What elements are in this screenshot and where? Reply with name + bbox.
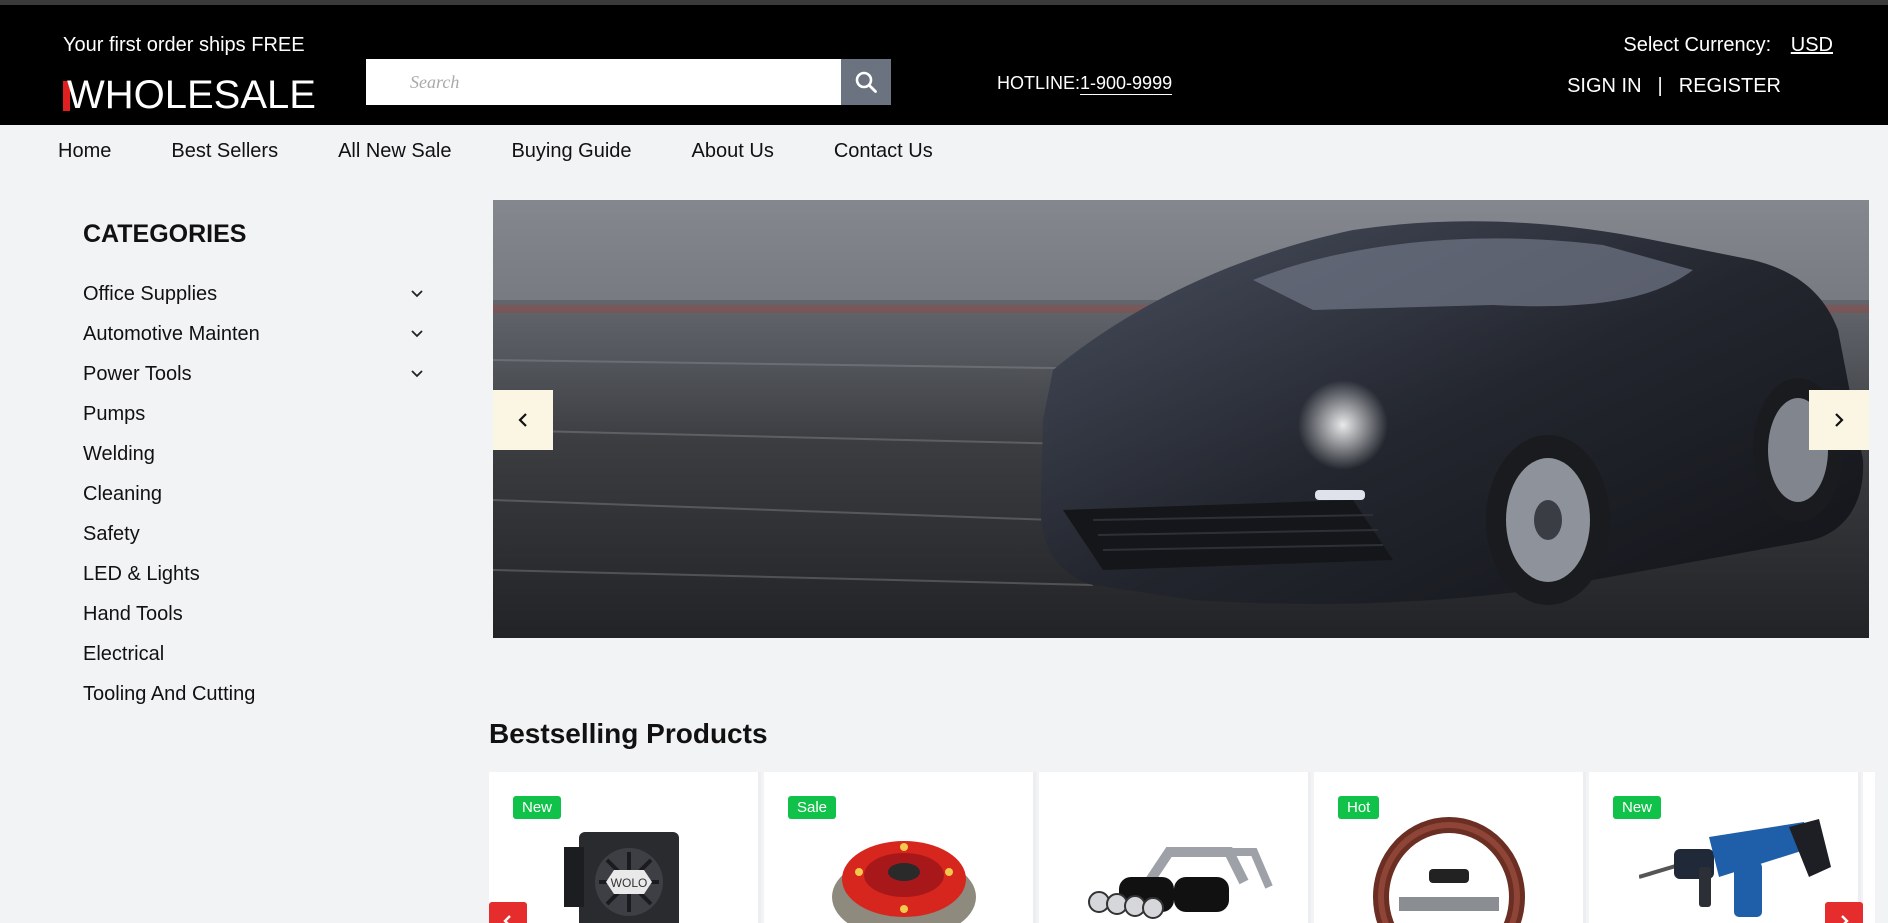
chevron-right-icon <box>1841 915 1849 923</box>
nav-buying-guide[interactable]: Buying Guide <box>511 140 631 163</box>
currency-label: Select Currency: <box>1623 34 1772 56</box>
clutch-kit-icon <box>832 841 976 923</box>
auth-separator: | <box>1657 75 1663 97</box>
category-safety[interactable]: Safety <box>83 514 433 554</box>
currency-value-link[interactable]: USD <box>1791 34 1833 56</box>
category-tooling-cutting[interactable]: Tooling And Cutting <box>83 674 433 714</box>
category-label: Electrical <box>83 642 165 665</box>
hammer-drill-icon <box>1639 819 1831 917</box>
category-label: Office Supplies <box>83 282 218 305</box>
nav-contact-us[interactable]: Contact Us <box>834 140 933 163</box>
hotline: HOTLINE:1-900-9999 <box>997 73 1173 95</box>
category-office-supplies[interactable]: Office Supplies <box>83 274 433 314</box>
nav-home[interactable]: Home <box>58 140 111 163</box>
category-power-tools[interactable]: Power Tools <box>83 354 433 394</box>
product-card[interactable]: Sale <box>764 772 1036 923</box>
category-label: LED & Lights <box>83 562 200 585</box>
categories-sidebar: CATEGORIES Office Supplies Automotive Ma… <box>83 220 433 714</box>
category-cleaning[interactable]: Cleaning <box>83 474 433 514</box>
chevron-down-icon[interactable] <box>409 366 425 382</box>
auth-links: SIGN IN | REGISTER <box>1567 75 1781 98</box>
products-next-button[interactable] <box>1825 902 1863 923</box>
chevron-left-icon <box>503 915 511 923</box>
category-label: Automotive Mainten <box>83 322 260 345</box>
category-electrical[interactable]: Electrical <box>83 634 433 674</box>
product-carousel: New WOLO Sale Hot New <box>489 772 1875 923</box>
top-header: Your first order ships FREE WHOLESALE HO… <box>0 0 1888 125</box>
category-hand-tools[interactable]: Hand Tools <box>83 594 433 634</box>
hotline-label: HOTLINE: <box>997 73 1081 93</box>
products-prev-button[interactable] <box>489 902 527 923</box>
hotline-number-link[interactable]: 1-900-9999 <box>1080 73 1173 95</box>
product-badge: Hot <box>1338 796 1380 819</box>
free-shipping-promo: Your first order ships FREE <box>63 34 305 56</box>
category-label: Power Tools <box>83 362 192 385</box>
chevron-down-icon[interactable] <box>409 326 425 342</box>
register-link[interactable]: REGISTER <box>1679 75 1781 98</box>
category-label: Welding <box>83 442 155 465</box>
product-card[interactable] <box>1039 772 1311 923</box>
main-nav: Home Best Sellers All New Sale Buying Gu… <box>58 140 993 163</box>
category-label: Cleaning <box>83 482 162 505</box>
categories-title: CATEGORIES <box>83 220 247 248</box>
hero-banner <box>493 200 1869 638</box>
currency-selector: Select Currency: USD <box>1623 34 1833 57</box>
sign-in-link[interactable]: SIGN IN <box>1567 75 1641 98</box>
steering-wheel-icon <box>1373 817 1525 923</box>
chevron-down-icon[interactable] <box>409 286 425 302</box>
category-label: Hand Tools <box>83 602 183 625</box>
logo-text: WHOLESALE <box>67 73 316 117</box>
category-label: Tooling And Cutting <box>83 682 256 705</box>
category-led-lights[interactable]: LED & Lights <box>83 554 433 594</box>
category-label: Safety <box>83 522 140 545</box>
site-logo[interactable]: WHOLESALE <box>63 73 316 117</box>
bestselling-title: Bestselling Products <box>489 718 768 749</box>
product-card[interactable]: New WOLO <box>489 772 761 923</box>
exhaust-system-icon <box>1088 847 1273 919</box>
search-button[interactable] <box>841 59 891 105</box>
category-automotive[interactable]: Automotive Mainten <box>83 314 433 354</box>
svg-text:WOLO: WOLO <box>611 876 648 890</box>
category-pumps[interactable]: Pumps <box>83 394 433 434</box>
chevron-right-icon <box>1835 413 1844 427</box>
banner-prev-button[interactable] <box>493 390 553 450</box>
search-icon <box>855 71 877 93</box>
nav-about-us[interactable]: About Us <box>692 140 774 163</box>
product-card[interactable]: Hot <box>1314 772 1586 923</box>
banner-next-button[interactable] <box>1809 390 1869 450</box>
product-card[interactable]: New <box>1589 772 1861 923</box>
search-input[interactable] <box>366 59 841 105</box>
sports-car-banner-image <box>493 200 1869 638</box>
category-label: Pumps <box>83 402 146 425</box>
partial-product-card <box>1863 772 1875 923</box>
backup-alarm-icon: WOLO <box>564 832 679 923</box>
chevron-left-icon <box>518 413 527 427</box>
search-bar <box>366 59 891 105</box>
nav-all-new-sale[interactable]: All New Sale <box>338 140 451 163</box>
nav-best-sellers[interactable]: Best Sellers <box>171 140 278 163</box>
category-welding[interactable]: Welding <box>83 434 433 474</box>
product-badge: Sale <box>788 796 837 819</box>
